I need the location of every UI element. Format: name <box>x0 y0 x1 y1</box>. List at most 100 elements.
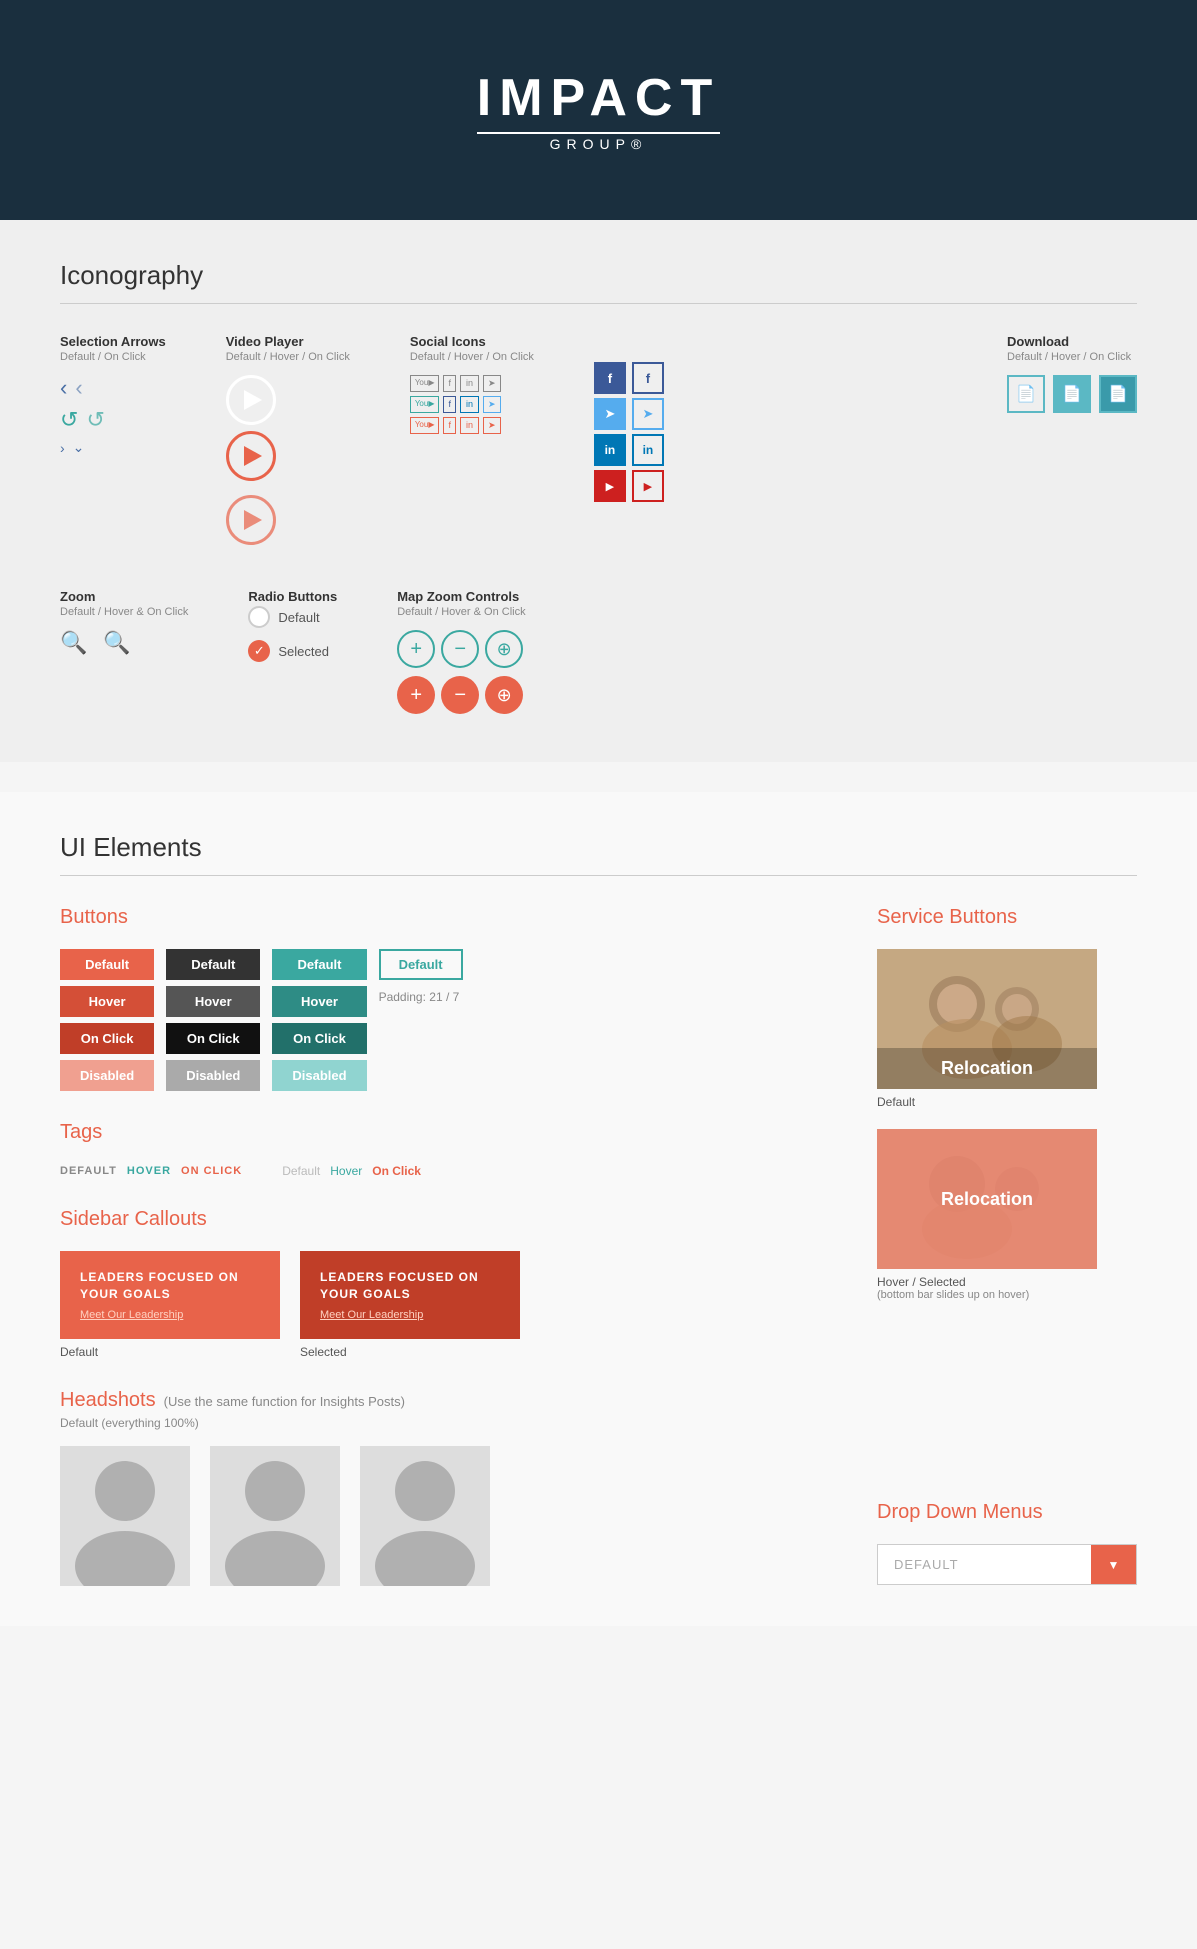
linkedin-outline-click-icon[interactable]: in <box>460 417 479 434</box>
logo-sub: GROUP® <box>477 136 720 152</box>
callout-default-container: LEADERS FOCUSED ON YOUR GOALS Meet Our L… <box>60 1251 280 1359</box>
btn-teal-onclick[interactable]: On Click <box>272 1023 366 1054</box>
headshot-2[interactable] <box>210 1446 340 1586</box>
btn-orange-default[interactable]: Default <box>60 949 154 980</box>
headshots-subtitle: (Use the same function for Insights Post… <box>164 1394 405 1409</box>
ui-columns: Buttons Default Hover On Click Disabled … <box>60 906 1137 1586</box>
radio-buttons-title: Radio Buttons <box>248 589 337 604</box>
twitter-outline-icon[interactable]: ➤ <box>483 375 501 392</box>
tag-onclick2[interactable]: On Click <box>372 1164 421 1178</box>
callout-selected[interactable]: LEADERS FOCUSED ON YOUR GOALS Meet Our L… <box>300 1251 520 1339</box>
down-angle-icon[interactable]: ⌄ <box>73 439 85 456</box>
arrow-row-2: ↺ ↺ <box>60 407 166 433</box>
icon-row-2: Zoom Default / Hover & On Click 🔍 🔍 Radi… <box>60 589 1137 722</box>
service-buttons-title: Service Buttons <box>877 906 1137 929</box>
ui-elements-title: UI Elements <box>60 832 1137 876</box>
download-hover-icon[interactable]: 📄 <box>1053 375 1091 413</box>
facebook-filled-icon[interactable]: f <box>594 362 626 394</box>
social-outline-row-3: You▶ f in ➤ <box>410 417 534 434</box>
map-zoom-minus-active-icon[interactable]: − <box>441 676 479 714</box>
callout-default-link[interactable]: Meet Our Leadership <box>80 1309 260 1321</box>
twitter-filled-icon[interactable]: ➤ <box>594 398 626 430</box>
selection-arrows-sub: Default / On Click <box>60 351 166 363</box>
map-globe-active-icon[interactable]: ⊕ <box>485 676 523 714</box>
download-icons-row: 📄 📄 📄 <box>1007 375 1137 413</box>
map-zoom-plus-active-icon[interactable]: + <box>397 676 435 714</box>
tag-hover[interactable]: HOVER <box>127 1165 171 1177</box>
dropdown-arrow-btn[interactable]: ▼ <box>1091 1545 1136 1584</box>
ui-right-column: Service Buttons <box>877 906 1137 1586</box>
zoom-group: Zoom Default / Hover & On Click 🔍 🔍 <box>60 589 188 662</box>
download-group: Download Default / Hover / On Click 📄 📄 … <box>1007 334 1137 419</box>
facebook-outline-click-icon[interactable]: f <box>443 417 456 434</box>
map-zoom-minus-icon[interactable]: − <box>441 630 479 668</box>
callout-default[interactable]: LEADERS FOCUSED ON YOUR GOALS Meet Our L… <box>60 1251 280 1339</box>
buttons-title: Buttons <box>60 906 817 929</box>
download-default-icon[interactable]: 📄 <box>1007 375 1045 413</box>
linkedin-outline-icon[interactable]: in <box>460 375 479 392</box>
radio-default-btn[interactable] <box>248 606 270 628</box>
facebook-outline-icon[interactable]: f <box>443 375 456 392</box>
zoom-default-icon[interactable]: 🔍 <box>60 630 87 656</box>
tag-default[interactable]: DEFAULT <box>60 1165 117 1177</box>
tag-hover2[interactable]: Hover <box>330 1164 362 1178</box>
btn-dark-default[interactable]: Default <box>166 949 260 980</box>
play-btn-onclick[interactable] <box>226 495 276 545</box>
youtube-outline-hover-icon[interactable]: You▶ <box>410 396 440 413</box>
twitter-outline-hover-icon[interactable]: ➤ <box>483 396 501 413</box>
linkedin-outline-hover-icon[interactable]: in <box>460 396 479 413</box>
dropdown-default[interactable]: DEFAULT ▼ <box>877 1544 1137 1585</box>
service-btn-hover-sublabel: (bottom bar slides up on hover) <box>877 1289 1097 1301</box>
social-icons-group: Social Icons Default / Hover / On Click … <box>410 334 534 438</box>
btn-orange-hover[interactable]: Hover <box>60 986 154 1017</box>
tags-section: Tags DEFAULT HOVER ON CLICK Default Hove… <box>60 1121 817 1178</box>
facebook-outline-hover-icon[interactable]: f <box>443 396 456 413</box>
left-arrow-hover-icon[interactable]: ‹ <box>75 375 82 401</box>
arrow-row-3: › ⌄ <box>60 439 166 456</box>
download-click-icon[interactable]: 📄 <box>1099 375 1137 413</box>
youtube-outline-click-icon[interactable]: You▶ <box>410 417 440 434</box>
social-outline-row-1: You▶ f in ➤ <box>410 375 534 392</box>
left-arrow-icon[interactable]: ‹ <box>60 375 67 401</box>
map-globe-icon[interactable]: ⊕ <box>485 630 523 668</box>
btn-teal-hover[interactable]: Hover <box>272 986 366 1017</box>
play-btn-outline[interactable] <box>226 375 276 425</box>
callout-selected-link[interactable]: Meet Our Leadership <box>320 1309 500 1321</box>
btn-outline-default[interactable]: Default <box>379 949 463 980</box>
service-btn-default[interactable]: Relocation <box>877 949 1097 1089</box>
map-zoom-sub: Default / Hover & On Click <box>397 606 525 618</box>
left-circle-arrow-hover-icon[interactable]: ↺ <box>86 407 104 433</box>
radio-selected-btn[interactable]: ✓ <box>248 640 270 662</box>
zoom-hover-icon[interactable]: 🔍 <box>103 630 130 656</box>
btn-teal-default[interactable]: Default <box>272 949 366 980</box>
radio-default-row: Default <box>248 606 337 628</box>
linkedin-filled-hover-icon[interactable]: in <box>632 434 664 466</box>
facebook-filled-hover-icon[interactable]: f <box>632 362 664 394</box>
social-icons-title: Social Icons <box>410 334 534 349</box>
youtube-filled-icon[interactable]: ▶ <box>594 470 626 502</box>
twitter-filled-hover-icon[interactable]: ➤ <box>632 398 664 430</box>
tag-default2[interactable]: Default <box>282 1164 320 1178</box>
right-angle-icon[interactable]: › <box>60 440 65 456</box>
service-btn-hover-text: Relocation <box>941 1189 1033 1210</box>
linkedin-filled-icon[interactable]: in <box>594 434 626 466</box>
zoom-sub: Default / Hover & On Click <box>60 606 188 618</box>
btn-orange-onclick[interactable]: On Click <box>60 1023 154 1054</box>
headshot-1[interactable] <box>60 1446 190 1586</box>
headshot-3[interactable] <box>360 1446 490 1586</box>
play-btn-hover[interactable] <box>226 431 276 481</box>
youtube-outline-icon[interactable]: You▶ <box>410 375 440 392</box>
headshots-section: Headshots (Use the same function for Ins… <box>60 1389 817 1586</box>
map-zoom-plus-icon[interactable]: + <box>397 630 435 668</box>
logo-underline <box>477 132 720 134</box>
twitter-outline-click-icon[interactable]: ➤ <box>483 417 501 434</box>
youtube-filled-hover-icon[interactable]: ▶ <box>632 470 664 502</box>
video-player-sub: Default / Hover / On Click <box>226 351 350 363</box>
social-icons-sub: Default / Hover / On Click <box>410 351 534 363</box>
btn-dark-hover[interactable]: Hover <box>166 986 260 1017</box>
left-circle-arrow-icon[interactable]: ↺ <box>60 407 78 433</box>
btn-dark-onclick[interactable]: On Click <box>166 1023 260 1054</box>
service-btn-hover[interactable]: Relocation <box>877 1129 1097 1269</box>
tag-onclick[interactable]: ON CLICK <box>181 1165 242 1177</box>
btn-orange-disabled: Disabled <box>60 1060 154 1091</box>
